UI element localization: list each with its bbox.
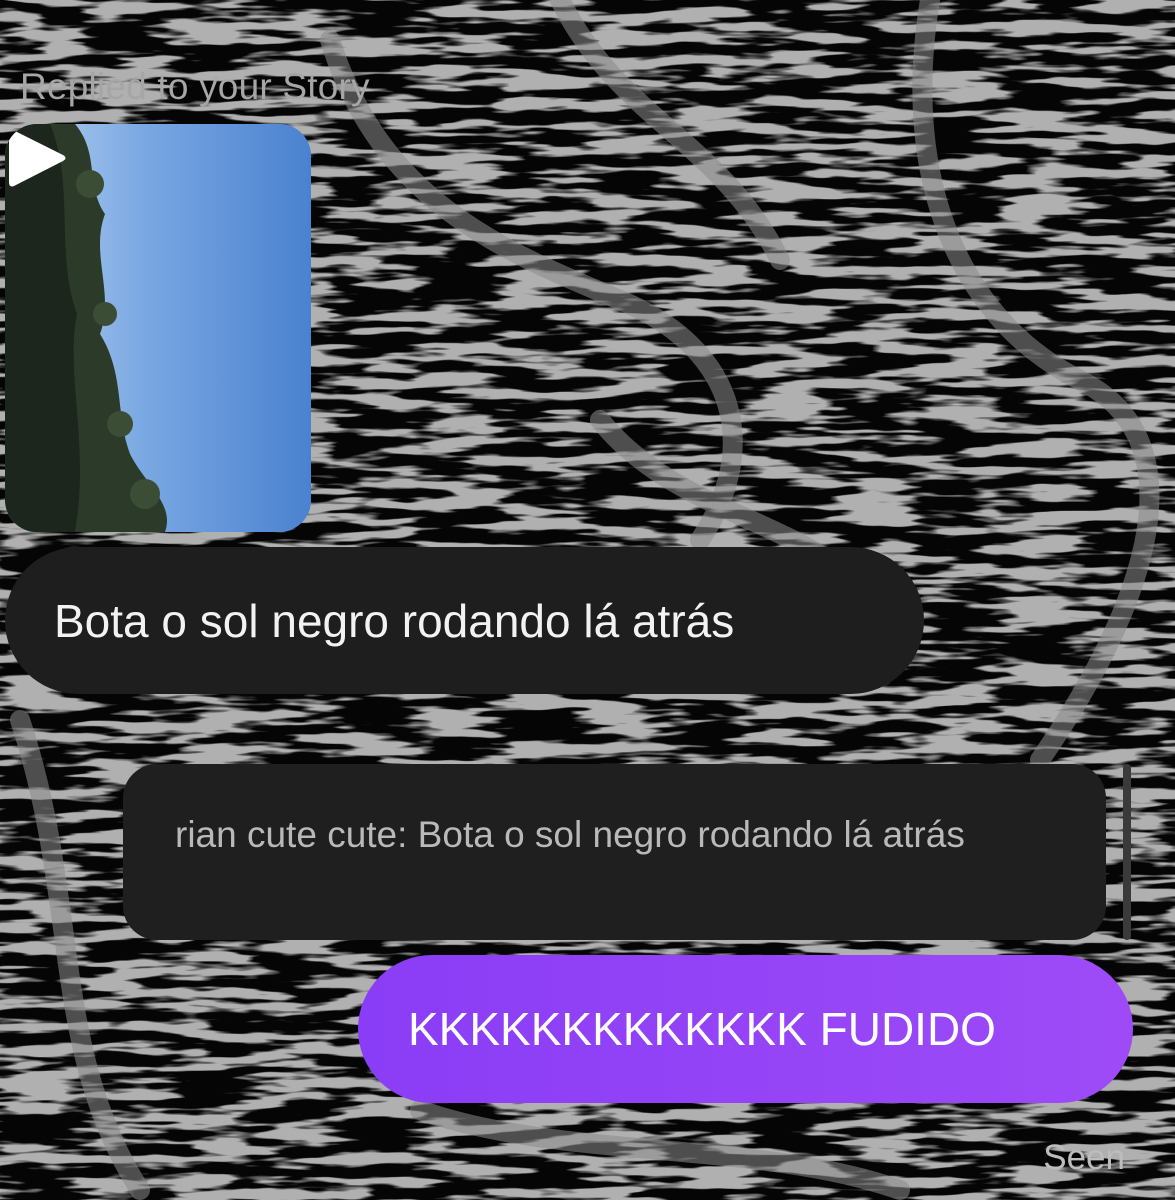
outgoing-message-text: KKKKKKKKKKKKK FUDIDO — [408, 1003, 996, 1055]
seen-status: Seen — [1043, 1138, 1125, 1177]
reply-indicator-bar — [1123, 764, 1131, 940]
play-icon[interactable] — [5, 124, 69, 192]
incoming-message-text: Bota o sol negro rodando lá atrás — [54, 594, 735, 647]
reply-preview[interactable]: rian cute cute: Bota o sol negro rodando… — [123, 764, 1106, 940]
reply-preview-text: rian cute cute: Bota o sol negro rodando… — [175, 814, 965, 855]
outgoing-message-bubble[interactable]: KKKKKKKKKKKKK FUDIDO — [358, 955, 1133, 1103]
incoming-message-bubble[interactable]: Bota o sol negro rodando lá atrás — [5, 547, 924, 694]
story-reply-caption: Replied to your Story — [20, 66, 370, 107]
story-thumbnail[interactable] — [5, 124, 311, 532]
